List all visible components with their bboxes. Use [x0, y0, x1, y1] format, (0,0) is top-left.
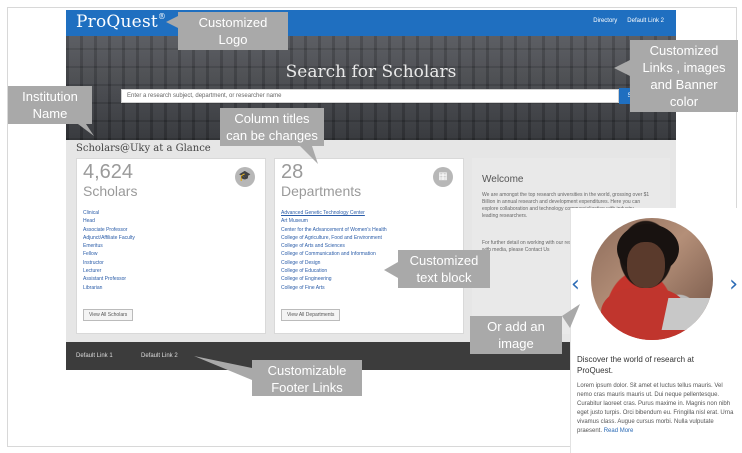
callout-links: Customized Links , images and Banner col…	[630, 40, 738, 112]
callout-text-block: Customized text block	[398, 250, 490, 288]
hero-title: Search for Scholars	[285, 62, 457, 82]
callout-institution: Institution Name	[8, 86, 92, 124]
departments-title: Departments	[281, 183, 362, 199]
list-item[interactable]: College of Fine Arts	[281, 284, 387, 292]
building-icon: ▦	[433, 167, 453, 187]
promo-heading: Discover the world of research at ProQue…	[577, 355, 694, 375]
list-item[interactable]: College of Engineering	[281, 275, 387, 283]
promo-body: Lorem ipsum dolor. Sit amet et luctus te…	[577, 383, 734, 434]
footer-link-1[interactable]: Default Link 1	[76, 353, 113, 359]
list-item[interactable]: Librarian	[83, 284, 135, 292]
photo-laptop	[661, 298, 713, 330]
list-item[interactable]: Clinical	[83, 209, 135, 217]
researcher-photo	[591, 218, 713, 340]
callout-image: Or add an image	[470, 316, 562, 354]
proquest-logo[interactable]: ProQuest®	[76, 12, 166, 32]
graduation-cap-icon: 🎓	[235, 167, 255, 187]
departments-card: 28 Departments ▦ Advanced Genetic Techno…	[274, 158, 464, 334]
chevron-left-icon[interactable]: ‹	[571, 272, 580, 297]
scholars-count: 4,624	[83, 161, 134, 183]
view-all-departments-button[interactable]: View All Departments	[281, 309, 341, 321]
photo-face	[627, 242, 665, 288]
footer-link-2[interactable]: Default Link 2	[141, 353, 178, 359]
callout-footer: Customizable Footer Links	[252, 360, 362, 396]
search-input[interactable]: Enter a research subject, department, or…	[121, 89, 619, 103]
institution-name: Scholars@Uky at a Glance	[76, 143, 211, 154]
list-item[interactable]: Associate Professor	[83, 226, 135, 234]
promo-image-panel: ‹ › Discover the world of research at Pr…	[570, 208, 742, 453]
list-item[interactable]: Advanced Genetic Technology Center	[281, 209, 387, 217]
view-all-scholars-button[interactable]: View All Scholars	[83, 309, 134, 321]
top-nav-bar: ProQuest® Directory Default Link 2	[66, 10, 676, 36]
callout-logo: Customized Logo	[178, 12, 288, 50]
list-item[interactable]: College of Arts and Sciences	[281, 242, 387, 250]
departments-count: 28	[281, 161, 304, 183]
list-item[interactable]: Center for the Advancement of Women's He…	[281, 226, 387, 234]
scholars-card: 4,624 Scholars 🎓 Clinical Head Associate…	[76, 158, 266, 334]
top-link-default-2[interactable]: Default Link 2	[627, 18, 664, 24]
list-item[interactable]: Lecturer	[83, 267, 135, 275]
list-item[interactable]: College of Communication and Information	[281, 250, 387, 258]
list-item[interactable]: Instructor	[83, 259, 135, 267]
departments-list: Advanced Genetic Technology Center Art M…	[281, 209, 387, 292]
hero-banner: Search for Scholars Enter a research sub…	[66, 36, 676, 140]
list-item[interactable]: College of Design	[281, 259, 387, 267]
welcome-title: Welcome	[482, 174, 524, 185]
list-item[interactable]: Head	[83, 217, 135, 225]
read-more-link[interactable]: Read More	[604, 428, 634, 434]
list-item[interactable]: Emeritus	[83, 242, 135, 250]
chevron-right-icon[interactable]: ›	[729, 272, 738, 297]
top-link-directory[interactable]: Directory	[593, 18, 617, 24]
list-item[interactable]: College of Agriculture, Food and Environ…	[281, 234, 387, 242]
list-item[interactable]: Art Museum	[281, 217, 387, 225]
list-item[interactable]: Fellow	[83, 250, 135, 258]
callout-columns: Column titles can be changes	[220, 108, 324, 146]
top-links: Directory Default Link 2	[593, 18, 664, 24]
list-item[interactable]: Assistant Professor	[83, 275, 135, 283]
list-item[interactable]: College of Education	[281, 267, 387, 275]
list-item[interactable]: Adjunct/Affiliate Faculty	[83, 234, 135, 242]
scholars-list: Clinical Head Associate Professor Adjunc…	[83, 209, 135, 292]
scholars-title: Scholars	[83, 183, 138, 199]
